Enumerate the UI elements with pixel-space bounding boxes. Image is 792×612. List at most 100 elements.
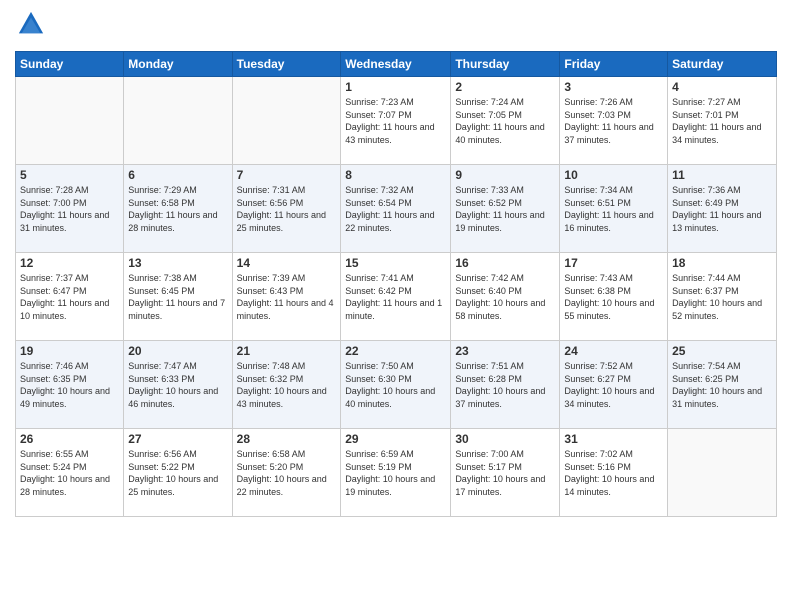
calendar-cell: 8Sunrise: 7:32 AM Sunset: 6:54 PM Daylig… [341, 165, 451, 253]
day-info: Sunrise: 7:36 AM Sunset: 6:49 PM Dayligh… [672, 184, 772, 234]
calendar-cell: 26 Sunrise: 6:55 AM Sunset: 5:24 PM Dayli… [16, 429, 124, 517]
day-info: Sunrise: 7:47 AM Sunset: 6:33 PM Dayligh… [128, 360, 227, 410]
day-info: Sunrise: 7:46 AM Sunset: 6:35 PM Dayligh… [20, 360, 119, 410]
day-info: Sunrise: 6:58 AM Sunset: 5:20 PM Dayligh… [237, 448, 337, 498]
day-info: Sunrise: 7:33 AM Sunset: 6:52 PM Dayligh… [455, 184, 555, 234]
day-number: 2 [455, 80, 555, 94]
calendar-cell: 2 Sunrise: 7:24 AM Sunset: 7:05 PM Daylig… [451, 77, 560, 165]
day-info: Sunrise: 7:51 AM Sunset: 6:28 PM Dayligh… [455, 360, 555, 410]
page: SundayMondayTuesdayWednesdayThursdayFrid… [0, 0, 792, 612]
day-number: 11 [672, 168, 772, 182]
day-number: 8 [345, 168, 446, 182]
week-row-5: 26 Sunrise: 6:55 AM Sunset: 5:24 PM Dayli… [16, 429, 777, 517]
day-number: 4 [672, 80, 772, 94]
day-info: Sunrise: 6:55 AM Sunset: 5:24 PM Dayligh… [20, 448, 119, 498]
day-info: Sunrise: 7:48 AM Sunset: 6:32 PM Dayligh… [237, 360, 337, 410]
day-number: 10 [564, 168, 663, 182]
calendar-cell: 12 Sunrise: 7:37 AM Sunset: 6:47 PM Dayli… [16, 253, 124, 341]
day-number: 22 [345, 344, 446, 358]
calendar-cell: 21 Sunrise: 7:48 AM Sunset: 6:32 PM Dayli… [232, 341, 341, 429]
weekday-header-wednesday: Wednesday [341, 52, 451, 77]
calendar-cell: 10 Sunrise: 7:34 AM Sunset: 6:51 PM Dayli… [560, 165, 668, 253]
calendar-cell: 13Sunrise: 7:38 AM Sunset: 6:45 PM Dayli… [124, 253, 232, 341]
day-info: Sunrise: 7:29 AM Sunset: 6:58 PM Dayligh… [128, 184, 227, 234]
calendar-cell: 30 Sunrise: 7:00 AM Sunset: 5:17 PM Dayli… [451, 429, 560, 517]
calendar-cell: 17Sunrise: 7:43 AM Sunset: 6:38 PM Dayli… [560, 253, 668, 341]
day-info: Sunrise: 6:56 AM Sunset: 5:22 PM Dayligh… [128, 448, 227, 498]
day-info: Sunrise: 7:26 AM Sunset: 7:03 PM Dayligh… [564, 96, 663, 146]
day-number: 31 [564, 432, 663, 446]
calendar-cell: 9 Sunrise: 7:33 AM Sunset: 6:52 PM Daylig… [451, 165, 560, 253]
day-info: Sunrise: 7:50 AM Sunset: 6:30 PM Dayligh… [345, 360, 446, 410]
day-number: 25 [672, 344, 772, 358]
day-number: 28 [237, 432, 337, 446]
day-info: Sunrise: 7:37 AM Sunset: 6:47 PM Dayligh… [20, 272, 119, 322]
day-info: Sunrise: 7:02 AM Sunset: 5:16 PM Dayligh… [564, 448, 663, 498]
day-info: Sunrise: 7:24 AM Sunset: 7:05 PM Dayligh… [455, 96, 555, 146]
day-number: 23 [455, 344, 555, 358]
calendar-cell: 28 Sunrise: 6:58 AM Sunset: 5:20 PM Dayli… [232, 429, 341, 517]
calendar-cell: 24 Sunrise: 7:52 AM Sunset: 6:27 PM Dayli… [560, 341, 668, 429]
day-number: 29 [345, 432, 446, 446]
day-info: Sunrise: 7:34 AM Sunset: 6:51 PM Dayligh… [564, 184, 663, 234]
week-row-1: 1 Sunrise: 7:23 AM Sunset: 7:07 PM Daylig… [16, 77, 777, 165]
day-number: 17 [564, 256, 663, 270]
week-row-4: 19 Sunrise: 7:46 AM Sunset: 6:35 PM Dayli… [16, 341, 777, 429]
day-number: 9 [455, 168, 555, 182]
weekday-header-thursday: Thursday [451, 52, 560, 77]
calendar-cell [232, 77, 341, 165]
day-number: 30 [455, 432, 555, 446]
calendar-cell: 1 Sunrise: 7:23 AM Sunset: 7:07 PM Daylig… [341, 77, 451, 165]
calendar-table: SundayMondayTuesdayWednesdayThursdayFrid… [15, 51, 777, 517]
day-info: Sunrise: 7:39 AM Sunset: 6:43 PM Dayligh… [237, 272, 337, 322]
logo-icon [17, 10, 45, 38]
calendar-cell: 27 Sunrise: 6:56 AM Sunset: 5:22 PM Dayli… [124, 429, 232, 517]
day-number: 21 [237, 344, 337, 358]
weekday-header-tuesday: Tuesday [232, 52, 341, 77]
calendar-cell: 18 Sunrise: 7:44 AM Sunset: 6:37 PM Dayli… [668, 253, 777, 341]
day-info: Sunrise: 7:42 AM Sunset: 6:40 PM Dayligh… [455, 272, 555, 322]
header [15, 10, 777, 43]
day-number: 6 [128, 168, 227, 182]
day-info: Sunrise: 7:52 AM Sunset: 6:27 PM Dayligh… [564, 360, 663, 410]
calendar-cell: 6 Sunrise: 7:29 AM Sunset: 6:58 PM Daylig… [124, 165, 232, 253]
calendar-cell: 11 Sunrise: 7:36 AM Sunset: 6:49 PM Dayli… [668, 165, 777, 253]
weekday-header-row: SundayMondayTuesdayWednesdayThursdayFrid… [16, 52, 777, 77]
calendar-cell: 22 Sunrise: 7:50 AM Sunset: 6:30 PM Dayli… [341, 341, 451, 429]
day-info: Sunrise: 7:44 AM Sunset: 6:37 PM Dayligh… [672, 272, 772, 322]
calendar-cell: 7Sunrise: 7:31 AM Sunset: 6:56 PM Daylig… [232, 165, 341, 253]
day-info: Sunrise: 7:54 AM Sunset: 6:25 PM Dayligh… [672, 360, 772, 410]
weekday-header-friday: Friday [560, 52, 668, 77]
calendar-cell [124, 77, 232, 165]
day-info: Sunrise: 7:23 AM Sunset: 7:07 PM Dayligh… [345, 96, 446, 146]
day-number: 26 [20, 432, 119, 446]
day-info: Sunrise: 7:27 AM Sunset: 7:01 PM Dayligh… [672, 96, 772, 146]
calendar-cell: 29 Sunrise: 6:59 AM Sunset: 5:19 PM Dayli… [341, 429, 451, 517]
calendar-cell: 20Sunrise: 7:47 AM Sunset: 6:33 PM Dayli… [124, 341, 232, 429]
day-info: Sunrise: 7:00 AM Sunset: 5:17 PM Dayligh… [455, 448, 555, 498]
day-info: Sunrise: 7:31 AM Sunset: 6:56 PM Dayligh… [237, 184, 337, 234]
calendar-cell: 31 Sunrise: 7:02 AM Sunset: 5:16 PM Dayli… [560, 429, 668, 517]
calendar-cell: 4 Sunrise: 7:27 AM Sunset: 7:01 PM Daylig… [668, 77, 777, 165]
day-number: 27 [128, 432, 227, 446]
day-number: 16 [455, 256, 555, 270]
day-info: Sunrise: 7:28 AM Sunset: 7:00 PM Dayligh… [20, 184, 119, 234]
logo [15, 10, 49, 43]
day-number: 14 [237, 256, 337, 270]
calendar-cell [16, 77, 124, 165]
day-number: 15 [345, 256, 446, 270]
day-number: 19 [20, 344, 119, 358]
calendar-cell: 16 Sunrise: 7:42 AM Sunset: 6:40 PM Dayli… [451, 253, 560, 341]
day-number: 12 [20, 256, 119, 270]
day-number: 24 [564, 344, 663, 358]
day-number: 18 [672, 256, 772, 270]
calendar-cell: 25 Sunrise: 7:54 AM Sunset: 6:25 PM Dayli… [668, 341, 777, 429]
day-info: Sunrise: 7:38 AM Sunset: 6:45 PM Dayligh… [128, 272, 227, 322]
day-number: 5 [20, 168, 119, 182]
weekday-header-saturday: Saturday [668, 52, 777, 77]
day-info: Sunrise: 7:41 AM Sunset: 6:42 PM Dayligh… [345, 272, 446, 322]
calendar-cell: 3Sunrise: 7:26 AM Sunset: 7:03 PM Daylig… [560, 77, 668, 165]
week-row-2: 5 Sunrise: 7:28 AM Sunset: 7:00 PM Daylig… [16, 165, 777, 253]
day-info: Sunrise: 6:59 AM Sunset: 5:19 PM Dayligh… [345, 448, 446, 498]
day-number: 1 [345, 80, 446, 94]
